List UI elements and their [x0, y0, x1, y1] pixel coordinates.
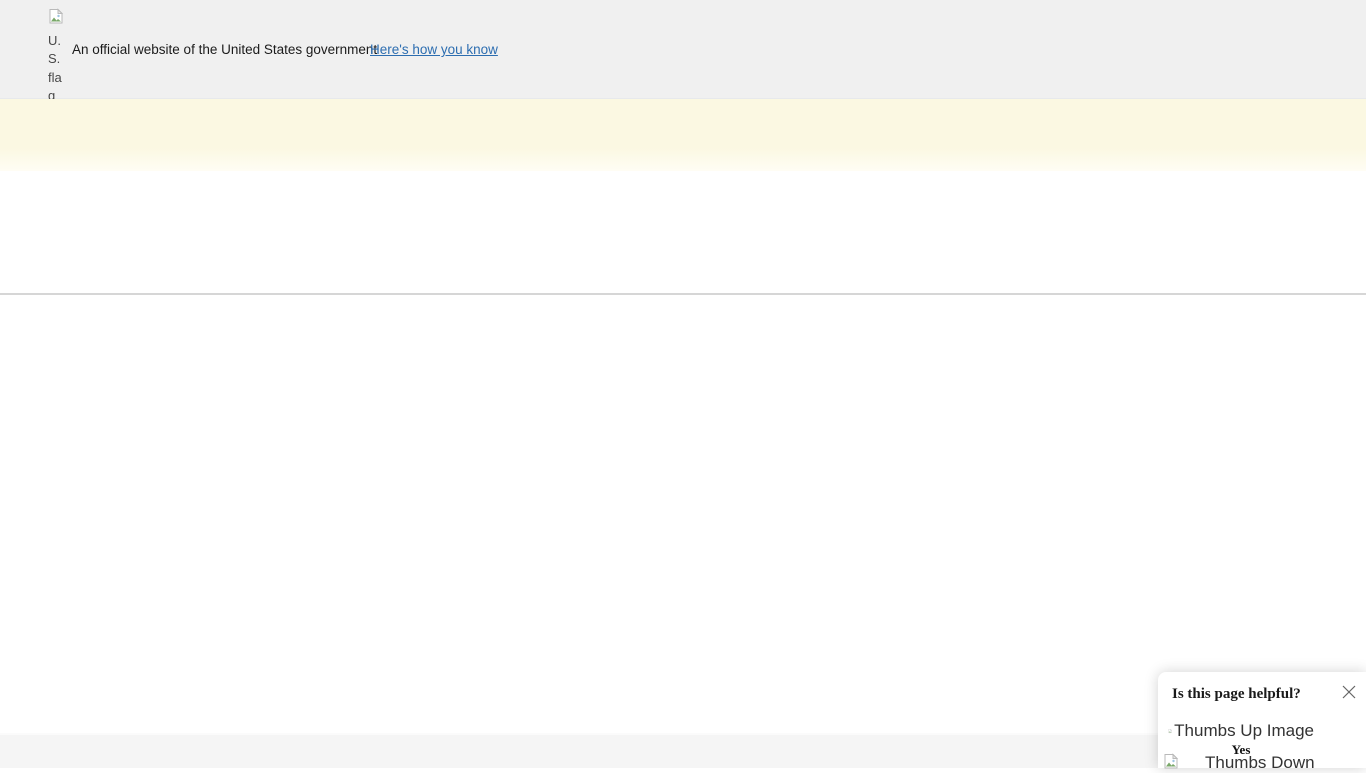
- broken-image-icon: [1163, 753, 1179, 769]
- site-header: United States Census Bureau Partners Res…: [0, 171, 1366, 295]
- us-flag-broken-image: U. S. fla g: [48, 8, 70, 106]
- gov-banner: U. S. fla g An official website of the U…: [0, 0, 1366, 99]
- feedback-title: Is this page helpful?: [1172, 686, 1301, 703]
- close-icon[interactable]: [1341, 684, 1357, 700]
- flag-alt-text: U. S. fla g: [48, 32, 70, 106]
- broken-image-icon: [48, 8, 64, 24]
- thumbs-down-alt-text: Thumbs Down: [1205, 753, 1315, 773]
- broken-image-icon: [1168, 723, 1172, 739]
- thumbs-up-alt-text: Thumbs Up Image: [1174, 721, 1314, 741]
- feedback-popup: Is this page helpful? Thumbs Up Image Ye…: [1158, 672, 1366, 768]
- feedback-no-button[interactable]: Thumbs Down: [1163, 753, 1315, 773]
- official-website-text: An official website of the United States…: [72, 42, 377, 57]
- weather-alert-banner: Weather Alert Major winter storm to brin…: [0, 99, 1366, 171]
- page-content-area: [0, 295, 1366, 733]
- heres-how-you-know-link[interactable]: Here's how you know: [370, 42, 498, 57]
